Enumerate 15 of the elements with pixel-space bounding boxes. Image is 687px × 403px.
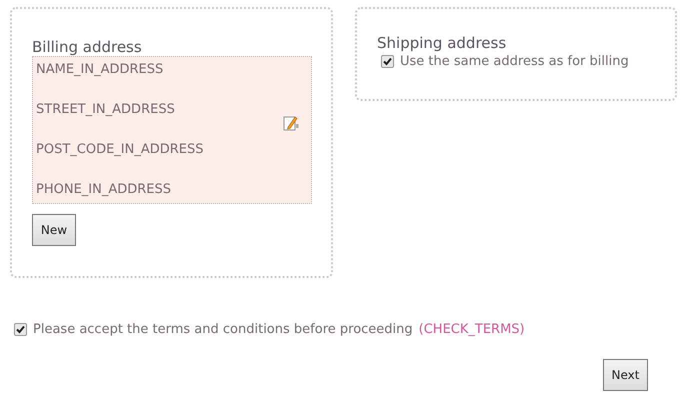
- checkbox[interactable]: [381, 55, 394, 68]
- error-message: (CHECK_TERMS): [418, 322, 525, 337]
- address-line: PHONE_IN_ADDRESS: [36, 181, 172, 199]
- address-line: POST_CODE_IN_ADDRESS: [36, 141, 204, 159]
- checkbox-label: Use the same address as for billing: [400, 54, 629, 69]
- address-line: STREET_IN_ADDRESS: [36, 101, 176, 119]
- address-line: NAME_IN_ADDRESS: [36, 61, 164, 79]
- address-box[interactable]: NAME_IN_ADDRESS STREET_IN_ADDRESS POST_CODE_IN_ADDRESS PHONE_IN_ADDRESS: [32, 56, 312, 204]
- card-title: Billing address: [32, 38, 143, 56]
- checkbox[interactable]: [14, 323, 27, 336]
- next-button[interactable]: Next: [603, 359, 648, 391]
- pencil-icon[interactable]: [283, 115, 299, 131]
- card-title: Shipping address: [377, 34, 508, 52]
- terms-label: Please accept the terms and conditions before proceeding: [33, 322, 413, 337]
- new-button[interactable]: New: [32, 214, 76, 246]
